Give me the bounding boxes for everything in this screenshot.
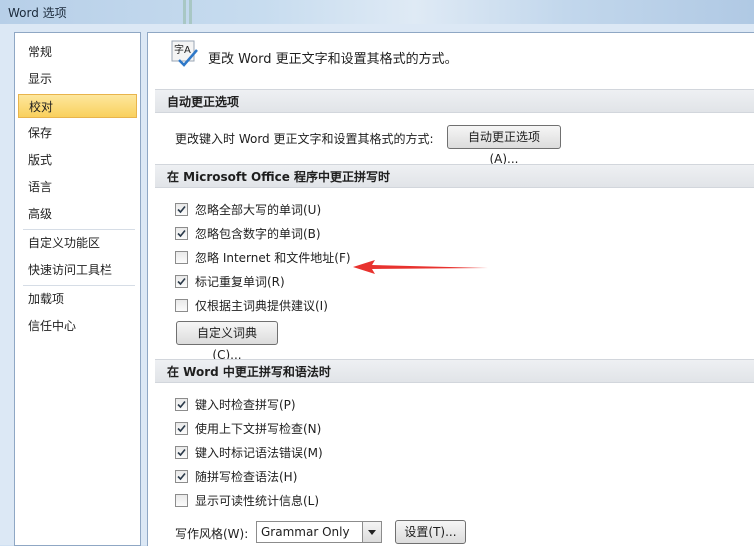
sidebar-item-language[interactable]: 语言 xyxy=(18,175,137,199)
section-header-office-spelling: 在 Microsoft Office 程序中更正拼写时 xyxy=(155,164,754,188)
annotation-arrow-icon xyxy=(353,259,488,278)
chevron-down-icon[interactable] xyxy=(362,522,381,542)
intro-text: 更改 Word 更正文字和设置其格式的方式。 xyxy=(208,52,458,67)
abc-check-icon-text: 字A xyxy=(174,43,191,56)
sidebar-divider xyxy=(23,285,135,286)
writing-style-value: Grammar Only xyxy=(261,525,350,539)
proofing-panel: 字A 更改 Word 更正文字和设置其格式的方式。 自动更正选项 更改键入时 W… xyxy=(147,32,754,546)
writing-style-label: 写作风格(W): xyxy=(175,527,249,541)
checkbox-unchecked[interactable] xyxy=(175,494,188,507)
checkbox-label: 忽略全部大写的单词(U) xyxy=(195,203,322,217)
sidebar-divider xyxy=(23,229,135,230)
checkbox-checked[interactable] xyxy=(175,275,188,288)
checkbox-label: 键入时检查拼写(P) xyxy=(195,398,296,412)
autocorrect-options-button[interactable]: 自动更正选项(A)... xyxy=(447,125,561,166)
sidebar-item-display[interactable]: 显示 xyxy=(18,67,137,91)
checkbox-checked[interactable] xyxy=(175,203,188,216)
section-header-word-spelling: 在 Word 中更正拼写和语法时 xyxy=(155,359,754,383)
sidebar: 常规 显示 校对 保存 版式 语言 高级 自定义功能区 快速访问工具栏 加载项 … xyxy=(14,32,141,546)
checkbox-label: 随拼写检查语法(H) xyxy=(195,470,298,484)
section-header-autocorrect: 自动更正选项 xyxy=(155,89,754,113)
custom-dictionaries-button[interactable]: 自定义词典(C)... xyxy=(176,321,278,362)
writing-style-select[interactable]: Grammar Only xyxy=(256,521,382,543)
sidebar-item-layout[interactable]: 版式 xyxy=(18,148,137,172)
sidebar-item-save[interactable]: 保存 xyxy=(18,121,137,145)
window-title: Word 选项 xyxy=(8,6,67,20)
abc-check-icon: 字A xyxy=(171,40,199,68)
checkbox-checked[interactable] xyxy=(175,398,188,411)
sidebar-item-quick-access-toolbar[interactable]: 快速访问工具栏 xyxy=(18,258,137,282)
checkbox-label: 显示可读性统计信息(L) xyxy=(195,494,320,508)
checkbox-unchecked[interactable] xyxy=(175,299,188,312)
title-bar: Word 选项 xyxy=(0,0,754,24)
checkbox-unchecked[interactable] xyxy=(175,251,188,264)
checkbox-label: 标记重复单词(R) xyxy=(195,275,285,289)
sidebar-item-trust-center[interactable]: 信任中心 xyxy=(18,314,137,338)
title-bar-highlight xyxy=(189,0,192,24)
checkbox-label: 忽略 Internet 和文件地址(F) xyxy=(195,251,351,265)
settings-button[interactable]: 设置(T)... xyxy=(395,520,466,544)
sidebar-item-general[interactable]: 常规 xyxy=(18,40,137,64)
checkbox-checked[interactable] xyxy=(175,227,188,240)
autocorrect-description: 更改键入时 Word 更正文字和设置其格式的方式: xyxy=(175,132,434,146)
options-window: 常规 显示 校对 保存 版式 语言 高级 自定义功能区 快速访问工具栏 加载项 … xyxy=(0,24,754,546)
checkbox-checked[interactable] xyxy=(175,422,188,435)
checkbox-checked[interactable] xyxy=(175,446,188,459)
title-bar-highlight xyxy=(183,0,186,24)
checkbox-label: 忽略包含数字的单词(B) xyxy=(195,227,321,241)
checkbox-checked[interactable] xyxy=(175,470,188,483)
sidebar-item-advanced[interactable]: 高级 xyxy=(18,202,137,226)
sidebar-item-customize-ribbon[interactable]: 自定义功能区 xyxy=(18,231,137,255)
checkbox-label: 仅根据主词典提供建议(I) xyxy=(195,299,328,313)
sidebar-item-proofing[interactable]: 校对 xyxy=(18,94,137,118)
sidebar-item-add-ins[interactable]: 加载项 xyxy=(18,287,137,311)
checkbox-label: 键入时标记语法错误(M) xyxy=(195,446,323,460)
checkbox-label: 使用上下文拼写检查(N) xyxy=(195,422,322,436)
